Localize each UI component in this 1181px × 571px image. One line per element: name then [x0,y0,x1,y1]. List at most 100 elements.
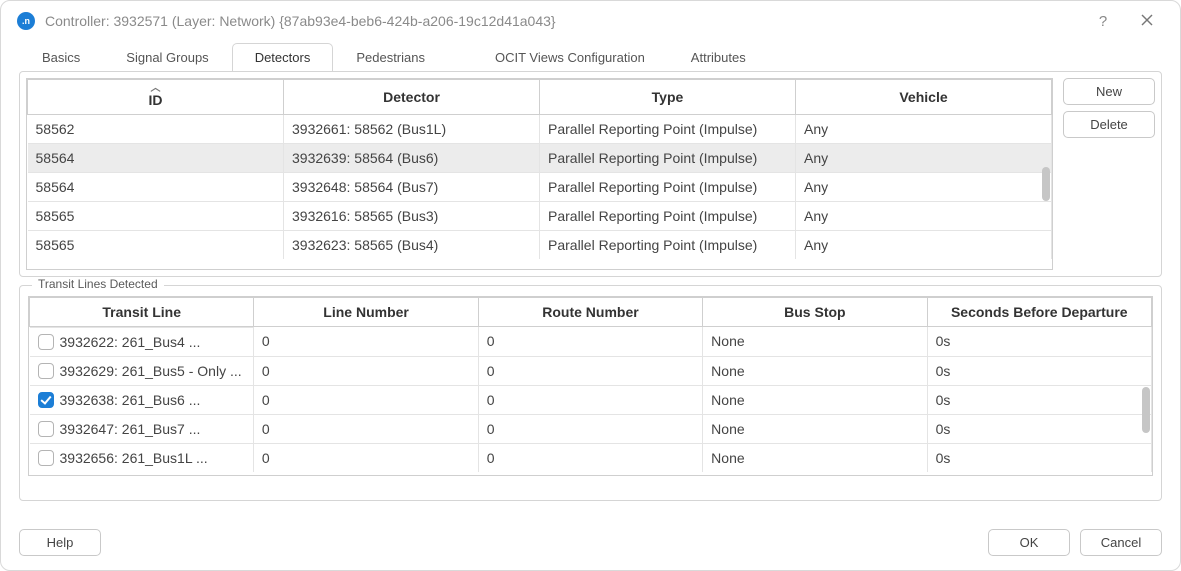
tab-signal-groups[interactable]: Signal Groups [103,43,231,71]
transit-lines-legend: Transit Lines Detected [32,277,164,291]
tab-basics[interactable]: Basics [19,43,103,71]
tab-ocit-views[interactable]: OCIT Views Configuration [448,43,668,71]
tab-bar: Basics Signal Groups Detectors Pedestria… [1,41,1180,71]
table-row[interactable]: 585643932648: 58564 (Bus7)Parallel Repor… [28,173,1052,202]
table-row[interactable]: 3932647: 261_Bus7 ...00None0s [30,414,1152,443]
cell-bus-stop: None [703,327,927,357]
cell-type: Parallel Reporting Point (Impulse) [540,231,796,260]
transit-table[interactable]: Transit Line Line Number Route Number Bu… [29,297,1152,472]
app-icon: .n [17,12,35,30]
cell-seconds-before: 0s [927,414,1151,443]
cell-seconds-before: 0s [927,356,1151,385]
cell-route-number: 0 [478,327,702,357]
table-row[interactable]: 585643932639: 58564 (Bus6)Parallel Repor… [28,144,1052,173]
transit-line-label: 3932656: 261_Bus1L ... [60,450,208,466]
cell-type: Parallel Reporting Point (Impulse) [540,202,796,231]
tab-attributes[interactable]: Attributes [668,43,769,71]
cell-id: 58564 [28,173,284,202]
new-button[interactable]: New [1063,78,1155,105]
cell-type: Parallel Reporting Point (Impulse) [540,144,796,173]
cell-route-number: 0 [478,414,702,443]
transit-line-label: 3932629: 261_Bus5 - Only ... [60,363,242,379]
table-row[interactable]: 585623932661: 58562 (Bus1L)Parallel Repo… [28,115,1052,144]
cell-bus-stop: None [703,414,927,443]
col-header-detector[interactable]: Detector [284,80,540,115]
cell-route-number: 0 [478,385,702,414]
cell-bus-stop: None [703,356,927,385]
cell-transit-line: 3932629: 261_Bus5 - Only ... [30,356,254,385]
checkbox[interactable] [38,450,54,466]
close-icon[interactable] [1130,13,1164,30]
scrollbar-thumb[interactable] [1042,167,1050,201]
cell-id: 58564 [28,144,284,173]
cell-type: Parallel Reporting Point (Impulse) [540,173,796,202]
table-row[interactable]: 3932622: 261_Bus4 ...00None0s [30,327,1152,357]
help-icon[interactable]: ? [1086,13,1120,30]
cell-transit-line: 3932622: 261_Bus4 ... [30,327,254,356]
cell-transit-line: 3932638: 261_Bus6 ... [30,385,254,414]
cell-vehicle: Any [796,173,1052,202]
dialog-window: .n Controller: 3932571 (Layer: Network) … [0,0,1181,571]
cell-detector: 3932661: 58562 (Bus1L) [284,115,540,144]
cell-detector: 3932616: 58565 (Bus3) [284,202,540,231]
cell-vehicle: Any [796,202,1052,231]
cell-detector: 3932623: 58565 (Bus4) [284,231,540,260]
cell-id: 58565 [28,231,284,260]
checkbox[interactable] [38,334,54,350]
checkbox[interactable] [38,421,54,437]
transit-table-wrap: Transit Line Line Number Route Number Bu… [28,296,1153,476]
dialog-footer: Help OK Cancel [1,529,1180,556]
cell-detector: 3932639: 58564 (Bus6) [284,144,540,173]
cell-seconds-before: 0s [927,443,1151,472]
delete-button[interactable]: Delete [1063,111,1155,138]
cell-route-number: 0 [478,356,702,385]
cell-line-number: 0 [254,443,478,472]
cell-id: 58565 [28,202,284,231]
cell-bus-stop: None [703,385,927,414]
col-header-bus-stop[interactable]: Bus Stop [703,298,927,327]
cell-vehicle: Any [796,115,1052,144]
cell-line-number: 0 [254,327,478,357]
transit-line-label: 3932622: 261_Bus4 ... [60,334,201,350]
cancel-button[interactable]: Cancel [1080,529,1162,556]
tab-pedestrians[interactable]: Pedestrians [333,43,448,71]
col-header-type[interactable]: Type [540,80,796,115]
checkbox[interactable] [38,363,54,379]
cell-vehicle: Any [796,144,1052,173]
cell-bus-stop: None [703,443,927,472]
cell-seconds-before: 0s [927,385,1151,414]
ok-button[interactable]: OK [988,529,1070,556]
transit-lines-group: Transit Lines Detected Transit Line Line… [19,285,1162,501]
scrollbar-thumb[interactable] [1142,387,1150,433]
detectors-table-wrap: ︿ID Detector Type Vehicle 585623932661: … [26,78,1053,270]
cell-vehicle: Any [796,231,1052,260]
transit-line-label: 3932638: 261_Bus6 ... [60,392,201,408]
cell-route-number: 0 [478,443,702,472]
col-header-id[interactable]: ︿ID [28,80,284,115]
col-header-vehicle[interactable]: Vehicle [796,80,1052,115]
side-button-group: New Delete [1063,78,1155,270]
table-row[interactable]: 3932656: 261_Bus1L ...00None0s [30,443,1152,472]
cell-seconds-before: 0s [927,327,1151,357]
table-row[interactable]: 585653932623: 58565 (Bus4)Parallel Repor… [28,231,1052,260]
table-row[interactable]: 3932638: 261_Bus6 ...00None0s [30,385,1152,414]
cell-line-number: 0 [254,414,478,443]
col-header-transit-line[interactable]: Transit Line [30,298,254,327]
col-header-route-number[interactable]: Route Number [478,298,702,327]
transit-line-label: 3932647: 261_Bus7 ... [60,421,201,437]
checkbox[interactable] [38,392,54,408]
cell-id: 58562 [28,115,284,144]
window-title: Controller: 3932571 (Layer: Network) {87… [45,13,1076,29]
detectors-table[interactable]: ︿ID Detector Type Vehicle 585623932661: … [27,79,1052,259]
table-row[interactable]: 585653932616: 58565 (Bus3)Parallel Repor… [28,202,1052,231]
tab-detectors[interactable]: Detectors [232,43,334,71]
cell-type: Parallel Reporting Point (Impulse) [540,115,796,144]
cell-line-number: 0 [254,385,478,414]
table-row[interactable]: 3932629: 261_Bus5 - Only ...00None0s [30,356,1152,385]
cell-transit-line: 3932656: 261_Bus1L ... [30,443,254,472]
cell-detector: 3932648: 58564 (Bus7) [284,173,540,202]
cell-line-number: 0 [254,356,478,385]
col-header-line-number[interactable]: Line Number [254,298,478,327]
col-header-seconds-before[interactable]: Seconds Before Departure [927,298,1151,327]
help-button[interactable]: Help [19,529,101,556]
